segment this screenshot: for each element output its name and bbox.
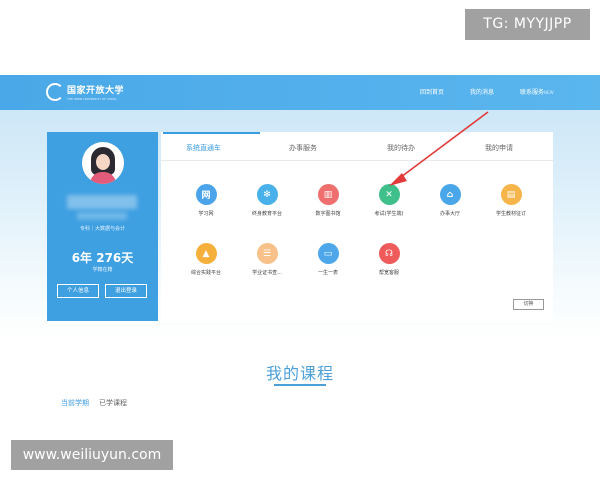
redacted-id	[77, 212, 127, 220]
app-lifelong-education[interactable]: ✻ 终身教育平台	[237, 184, 297, 217]
watermark-url: www.weiliuyun.com	[11, 440, 173, 470]
book-icon: 网	[195, 184, 217, 205]
personal-info-button[interactable]: 个人信息	[57, 284, 99, 298]
top-header: 国家开放大学 THE OPEN UNIVERSITY OF CHINA 回到首页…	[0, 75, 600, 110]
app-learning-network[interactable]: 网 学习网	[176, 184, 236, 217]
logout-button[interactable]: 退出登录	[105, 284, 147, 298]
enrollment-status: 学籍在籍	[92, 267, 113, 273]
avatar	[82, 142, 124, 184]
app-practice-platform[interactable]: ▲ 综合实践平台	[176, 243, 236, 276]
app-digital-library[interactable]: ▥ 数字图书馆	[298, 184, 358, 217]
university-logo[interactable]: 国家开放大学 THE OPEN UNIVERSITY OF CHINA	[46, 83, 124, 101]
my-courses-title: 我的课程	[265, 364, 334, 383]
library-icon: ▥	[317, 184, 339, 205]
graduation-cap-icon: ▲	[195, 243, 217, 264]
form-icon: ▭	[317, 243, 339, 264]
logo-title: 国家开放大学	[67, 86, 125, 96]
textbook-icon: ▤	[500, 184, 522, 205]
snowflake-icon: ✻	[256, 184, 278, 205]
app-one-form[interactable]: ▭ 一生一表	[298, 243, 358, 276]
certificate-icon: ☰	[256, 243, 278, 264]
annotation-arrow	[389, 111, 489, 186]
nav-contact-link[interactable]: 联系服务NEW	[520, 87, 554, 96]
app-certificate-query[interactable]: ☰ 学业证书查...	[237, 243, 297, 276]
nav-home-link[interactable]: 回到首页	[420, 87, 444, 96]
new-badge: NEW	[544, 90, 554, 95]
logo-mark-icon	[46, 83, 64, 101]
headset-icon: ☊	[378, 243, 400, 264]
title-underline	[274, 384, 326, 386]
switch-button[interactable]: 切换	[513, 299, 544, 310]
header-nav: 回到首页 我的消息 联系服务NEW	[420, 87, 580, 96]
app-customer-service[interactable]: ☊ 帮宽客服	[359, 243, 419, 276]
watermark-tg: TG: MYYJJPP	[465, 9, 590, 40]
tab-system-shortcuts[interactable]: 系统直通车	[186, 143, 221, 153]
logo-subtitle: THE OPEN UNIVERSITY OF CHINA	[67, 97, 117, 101]
student-major: 专科｜大数据与会计	[79, 226, 125, 232]
nav-messages-link[interactable]: 我的消息	[470, 87, 494, 96]
tab-completed-courses[interactable]: 已学课程	[99, 398, 127, 408]
enrollment-duration: 6年 276天	[71, 251, 134, 265]
active-tab-indicator	[163, 132, 260, 134]
redacted-name	[67, 195, 137, 209]
tab-services[interactable]: 办事服务	[289, 143, 317, 153]
profile-card: 专科｜大数据与会计 6年 276天 学籍在籍 个人信息 退出登录	[47, 132, 158, 321]
tab-current-term[interactable]: 当前学期	[61, 398, 89, 408]
